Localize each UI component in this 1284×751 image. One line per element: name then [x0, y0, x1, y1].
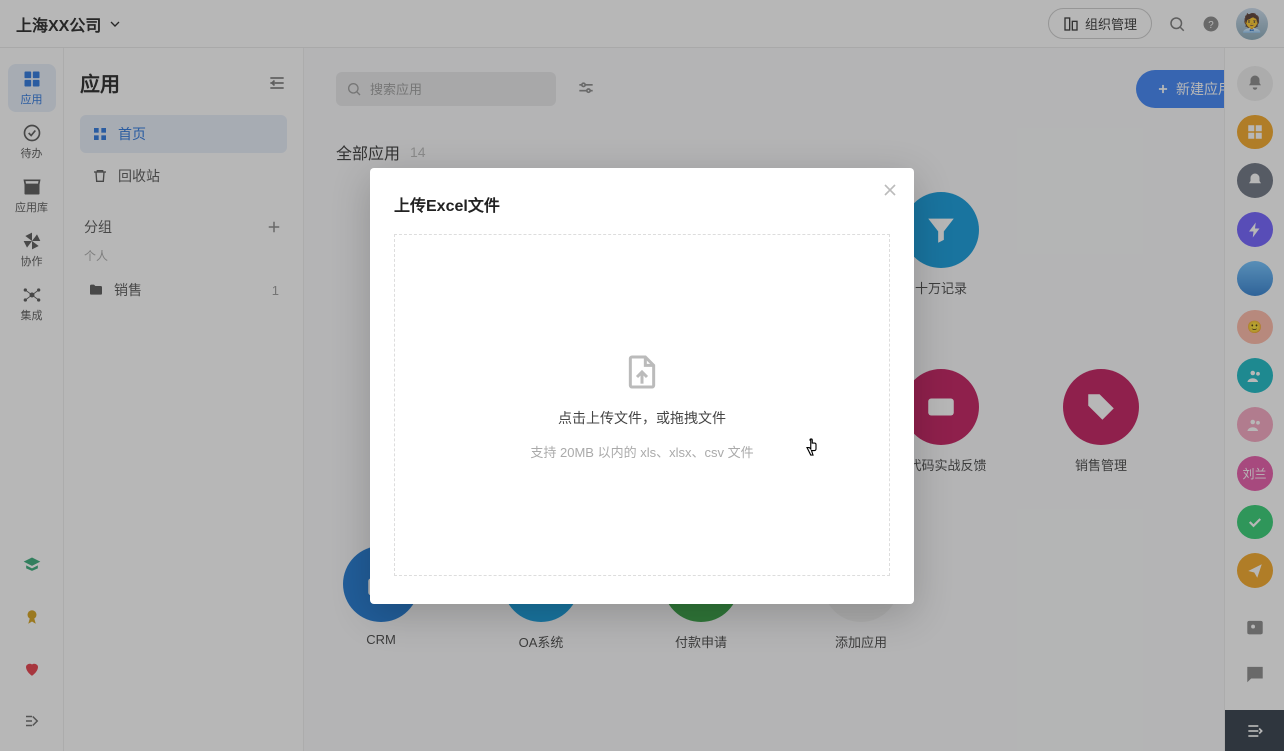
file-upload-icon — [622, 350, 662, 394]
modal-overlay[interactable]: 上传Excel文件 点击上传文件，或拖拽文件 支持 20MB 以内的 xls、x… — [0, 0, 1284, 751]
drop-subtext: 支持 20MB 以内的 xls、xlsx、csv 文件 — [530, 442, 753, 461]
upload-modal: 上传Excel文件 点击上传文件，或拖拽文件 支持 20MB 以内的 xls、x… — [370, 168, 914, 604]
drop-text: 点击上传文件，或拖拽文件 — [558, 408, 726, 428]
close-icon[interactable] — [880, 180, 900, 200]
modal-title: 上传Excel文件 — [394, 192, 890, 216]
upload-drop-zone[interactable]: 点击上传文件，或拖拽文件 支持 20MB 以内的 xls、xlsx、csv 文件 — [394, 234, 890, 576]
